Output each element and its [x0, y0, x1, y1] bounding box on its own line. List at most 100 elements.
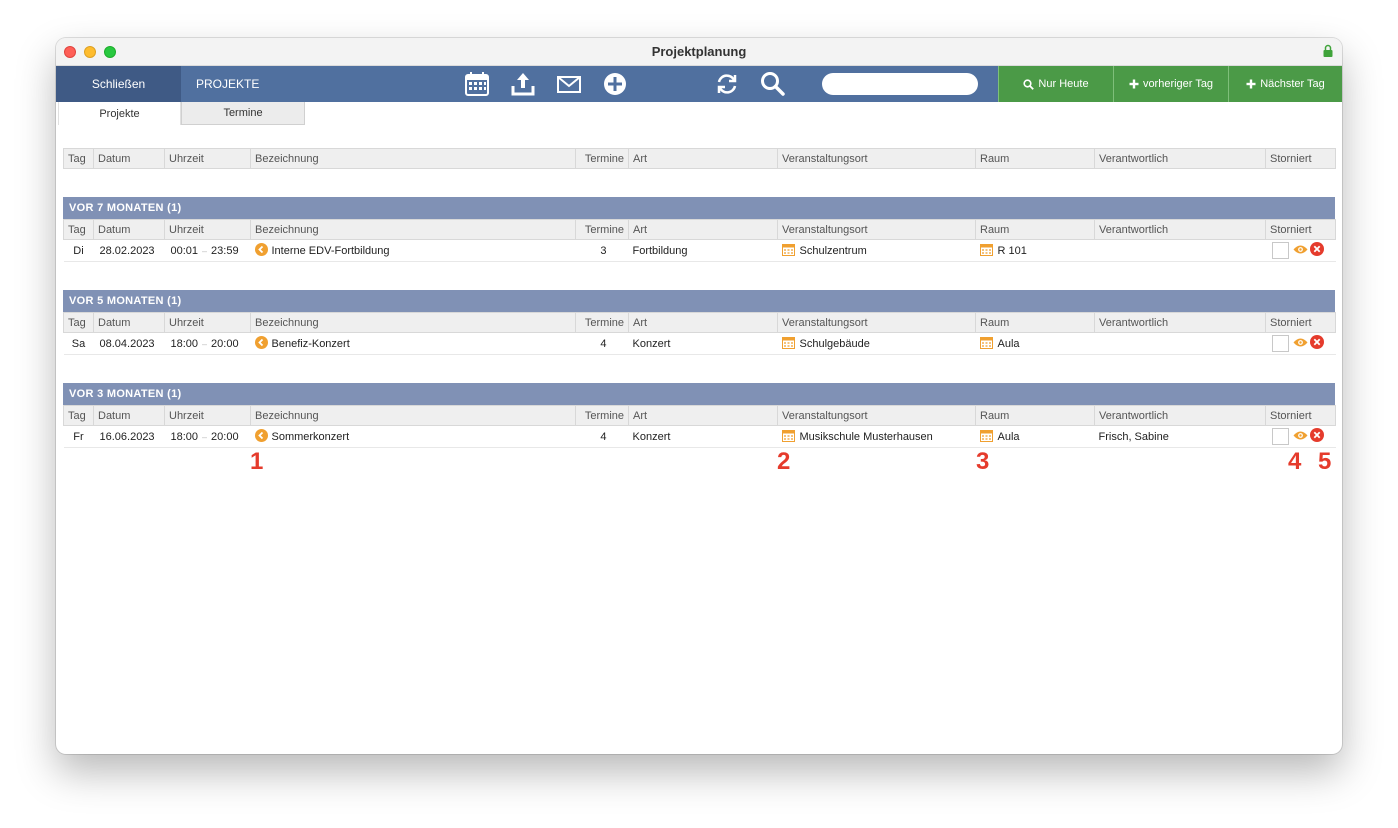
cell-datum: 28.02.2023 [93, 239, 165, 262]
group-column-header-row: Tag Datum Uhrzeit Bezeichnung Termine Art Vera… [63, 405, 1336, 426]
cell-storniert [1265, 332, 1336, 355]
close-button[interactable]: Schließen [56, 66, 181, 102]
group-col-header[interactable]: Art [628, 219, 778, 240]
group-col-header[interactable]: Verantwortlich [1094, 219, 1266, 240]
group-col-header[interactable]: Tag [63, 312, 94, 333]
room-name: Aula [997, 337, 1020, 350]
next-day-button[interactable]: Nächster Tag [1228, 66, 1342, 102]
add-icon[interactable] [602, 71, 628, 97]
delete-icon[interactable] [1309, 335, 1324, 352]
calendar-icon[interactable] [979, 243, 993, 259]
eye-icon[interactable] [1293, 244, 1308, 258]
calendar-icon[interactable] [781, 243, 795, 259]
group-col-header[interactable]: Uhrzeit [164, 219, 251, 240]
next-day-label: Nächster Tag [1260, 78, 1325, 90]
cell-veranstaltungsort: Schulgebäude [777, 332, 976, 355]
cell-bezeichnung: Interne EDV-Fortbildung [250, 239, 576, 262]
search-input[interactable] [822, 73, 978, 95]
group-table: Tag Datum Uhrzeit Bezeichnung Termine Art Vera… [63, 312, 1336, 355]
tab-termine[interactable]: Termine [181, 102, 305, 125]
col-header-termine[interactable]: Termine [575, 148, 629, 169]
cancelled-checkbox[interactable] [1271, 335, 1289, 352]
project-name: Sommerkonzert [271, 430, 350, 443]
cell-art: Konzert [628, 332, 778, 355]
back-arrow-icon[interactable] [254, 335, 268, 352]
eye-icon[interactable] [1293, 430, 1308, 444]
group-col-header[interactable]: Datum [93, 219, 165, 240]
mail-icon[interactable] [556, 71, 582, 97]
group-col-header[interactable]: Datum [93, 312, 165, 333]
venue-name: Schulzentrum [799, 244, 867, 257]
group-col-header[interactable]: Raum [975, 219, 1095, 240]
table-row[interactable]: Fr 16.06.2023 18:00–20:00 Sommerkonzert 4 Kon… [63, 425, 1336, 448]
col-header-veranstaltungsort[interactable]: Veranstaltungsort [777, 148, 976, 169]
calendar-icon[interactable] [781, 429, 795, 445]
col-header-raum[interactable]: Raum [975, 148, 1095, 169]
group-col-header[interactable]: Art [628, 312, 778, 333]
group-col-header[interactable]: Termine [575, 219, 629, 240]
group-col-header[interactable]: Storniert [1265, 219, 1336, 240]
group-col-header[interactable]: Termine [575, 405, 629, 426]
group-col-header[interactable]: Storniert [1265, 405, 1336, 426]
calendar-icon[interactable] [979, 429, 993, 445]
annotation-marker-2: 2 [777, 448, 791, 475]
cell-verantwortlich [1094, 239, 1266, 262]
group-col-header[interactable]: Tag [63, 405, 94, 426]
lock-icon [1322, 44, 1334, 63]
group-col-header[interactable]: Veranstaltungsort [777, 405, 976, 426]
group-col-header[interactable]: Datum [93, 405, 165, 426]
back-arrow-icon[interactable] [254, 428, 268, 445]
group-col-header[interactable]: Tag [63, 219, 94, 240]
col-header-uhrzeit[interactable]: Uhrzeit [164, 148, 251, 169]
col-header-tag[interactable]: Tag [63, 148, 94, 169]
calendar-icon[interactable] [781, 336, 795, 352]
time-to: 23:59 [211, 244, 239, 257]
venue-name: Musikschule Musterhausen [799, 430, 933, 443]
cancelled-checkbox[interactable] [1271, 242, 1289, 259]
cell-tag: Fr [63, 425, 94, 448]
col-header-verantwortlich[interactable]: Verantwortlich [1094, 148, 1266, 169]
group-col-header[interactable]: Veranstaltungsort [777, 219, 976, 240]
app-window: Projektplanung Schließen PROJEKTE Nur He… [56, 38, 1342, 754]
group-header[interactable]: VOR 3 MONATEN (1) [63, 383, 1335, 405]
project-name: Benefiz-Konzert [271, 337, 350, 350]
group-col-header[interactable]: Bezeichnung [250, 219, 576, 240]
group-col-header[interactable]: Veranstaltungsort [777, 312, 976, 333]
calendar-icon[interactable] [979, 336, 993, 352]
table-row[interactable]: Sa 08.04.2023 18:00–20:00 Benefiz-Konzert 4 K… [63, 332, 1336, 355]
col-header-storniert[interactable]: Storniert [1265, 148, 1336, 169]
eye-icon[interactable] [1293, 337, 1308, 351]
calendar-icon[interactable] [464, 71, 490, 97]
group-header[interactable]: VOR 7 MONATEN (1) [63, 197, 1335, 219]
search-icon[interactable] [760, 71, 786, 97]
tab-projekte[interactable]: Projekte [58, 102, 181, 125]
col-header-art[interactable]: Art [628, 148, 778, 169]
cell-uhrzeit: 18:00–20:00 [164, 425, 251, 448]
group-col-header[interactable]: Verantwortlich [1094, 405, 1266, 426]
delete-icon[interactable] [1309, 428, 1324, 445]
col-header-bezeichnung[interactable]: Bezeichnung [250, 148, 576, 169]
table-row[interactable]: Di 28.02.2023 00:01–23:59 Interne EDV-Fortb… [63, 239, 1336, 262]
back-arrow-icon[interactable] [254, 242, 268, 259]
previous-day-button[interactable]: vorheriger Tag [1113, 66, 1228, 102]
nur-heute-button[interactable]: Nur Heute [998, 66, 1113, 102]
group-header[interactable]: VOR 5 MONATEN (1) [63, 290, 1335, 312]
room-name: Aula [997, 430, 1020, 443]
group-col-header[interactable]: Bezeichnung [250, 312, 576, 333]
group-col-header[interactable]: Termine [575, 312, 629, 333]
delete-icon[interactable] [1309, 242, 1324, 259]
group-col-header[interactable]: Uhrzeit [164, 312, 251, 333]
group-col-header[interactable]: Raum [975, 312, 1095, 333]
group-col-header[interactable]: Storniert [1265, 312, 1336, 333]
group-col-header[interactable]: Raum [975, 405, 1095, 426]
group-col-header[interactable]: Bezeichnung [250, 405, 576, 426]
upload-icon[interactable] [510, 71, 536, 97]
group-col-header[interactable]: Verantwortlich [1094, 312, 1266, 333]
cell-bezeichnung: Benefiz-Konzert [250, 332, 576, 355]
group-col-header[interactable]: Uhrzeit [164, 405, 251, 426]
group-col-header[interactable]: Art [628, 405, 778, 426]
col-header-datum[interactable]: Datum [93, 148, 165, 169]
refresh-icon[interactable] [714, 71, 740, 97]
cancelled-checkbox[interactable] [1271, 428, 1289, 445]
previous-day-label: vorheriger Tag [1142, 78, 1214, 90]
